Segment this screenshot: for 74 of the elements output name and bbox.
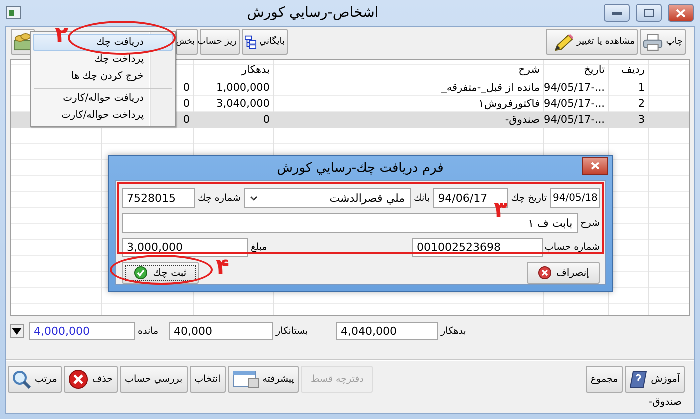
total-field[interactable]: 4,000,000 [29, 322, 135, 340]
chevron-icon [250, 196, 258, 200]
cancel-button[interactable]: إنصراف [527, 262, 600, 284]
action-button[interactable]: بررسي حساب [120, 366, 188, 393]
field-label: شماره چك [198, 192, 241, 204]
table-cell-text: 2 [637, 97, 646, 112]
action-button[interactable]: حذف [64, 366, 118, 393]
menu-item[interactable]: خرج كردن چك ها [33, 68, 173, 85]
pencil-icon [555, 34, 574, 50]
close-button[interactable] [582, 157, 608, 175]
check-icon [134, 266, 148, 280]
toolbar-button[interactable]: بخش [176, 29, 198, 55]
dialog-title: فرم دريافت چك-رسايي كورش [276, 160, 445, 176]
table-cell-text: 0 [262, 113, 271, 128]
field-label: شماره حساب [546, 242, 600, 253]
field-label: تاريخ چك [511, 192, 547, 204]
close-button[interactable] [668, 4, 694, 22]
column-header[interactable]: بدهكار [194, 60, 274, 80]
date-field[interactable]: 94/05/18 [550, 188, 600, 208]
total-label: بستانكار [274, 326, 308, 336]
table-cell-text: 3 [637, 113, 646, 128]
check-number-field[interactable]: 7528015 [122, 188, 195, 208]
menu-item[interactable]: پرداخت حواله/كارت [33, 107, 173, 124]
action-button[interactable]: آموزش [625, 366, 685, 393]
maximize-icon [644, 9, 654, 17]
delete-icon [69, 370, 88, 389]
help-book-icon [630, 371, 648, 388]
table-cell-text: فاكتورفروش۱ [478, 97, 541, 112]
toolbar-button[interactable]: بايگاني [242, 29, 288, 55]
calendar-icon [232, 371, 259, 388]
field-label: مبلغ [251, 242, 268, 253]
table-cell-text: 1,000,000 [216, 81, 271, 96]
table-cell-text: صندوق- [504, 113, 541, 128]
field-label: شرح [580, 218, 600, 228]
save-button[interactable]: ثبت چك [122, 262, 199, 284]
cancel-icon [538, 266, 552, 280]
close-icon [676, 8, 686, 18]
total-field[interactable]: 40,000 [169, 322, 273, 340]
hierarchy-icon [245, 34, 257, 50]
minimize-button[interactable] [604, 4, 630, 22]
table-cell-text: ...-94/05/17 [544, 81, 606, 96]
table-cell-text: ...-94/05/17 [544, 113, 606, 128]
total-label: بدهكار [440, 326, 466, 336]
printer-icon [643, 34, 664, 50]
maximize-button[interactable] [636, 4, 662, 22]
table-cell-text: 0 [182, 81, 191, 96]
total-label: مانده [137, 326, 159, 336]
search-icon [13, 370, 31, 388]
action-button[interactable]: انتخاب [190, 366, 226, 393]
action-button[interactable]: مجموع [586, 366, 624, 393]
toolbar-button[interactable]: مشاهده يا تغيير [546, 29, 638, 55]
table-cell-text: 3,040,000 [216, 97, 271, 112]
total-field[interactable]: 4,040,000 [336, 322, 438, 340]
column-header[interactable]: شرح [274, 60, 544, 80]
table-cell-text: مانده از قبل_-متفرقه_ [440, 81, 541, 96]
minimize-icon [612, 12, 622, 14]
table-cell-text: ...-94/05/17 [544, 97, 606, 112]
column-header[interactable]: تاريخ [544, 60, 609, 80]
window-title: اشخاص-رسايي كورش [246, 5, 380, 21]
toolbar-button[interactable]: چاپ [640, 29, 686, 55]
step-number: ۴ [216, 257, 230, 279]
column-header[interactable]: رديف [609, 60, 649, 80]
toolbar-button[interactable]: ريز حساب [200, 29, 240, 55]
table-cell-text: 0 [182, 113, 191, 128]
menu-item[interactable]: پرداخت چك [33, 51, 173, 68]
action-button[interactable]: مرتب [8, 366, 62, 393]
action-button[interactable]: پيشرفته [228, 366, 300, 393]
table-cell-text: 1 [637, 81, 646, 96]
status-text: صندوق- [649, 397, 682, 410]
close-icon [590, 162, 600, 170]
table-cell-text: 0 [182, 97, 191, 112]
app-icon [6, 6, 22, 20]
bank-select[interactable]: ملي قصرالدشت [244, 188, 411, 208]
field-label: بانك [414, 192, 430, 204]
